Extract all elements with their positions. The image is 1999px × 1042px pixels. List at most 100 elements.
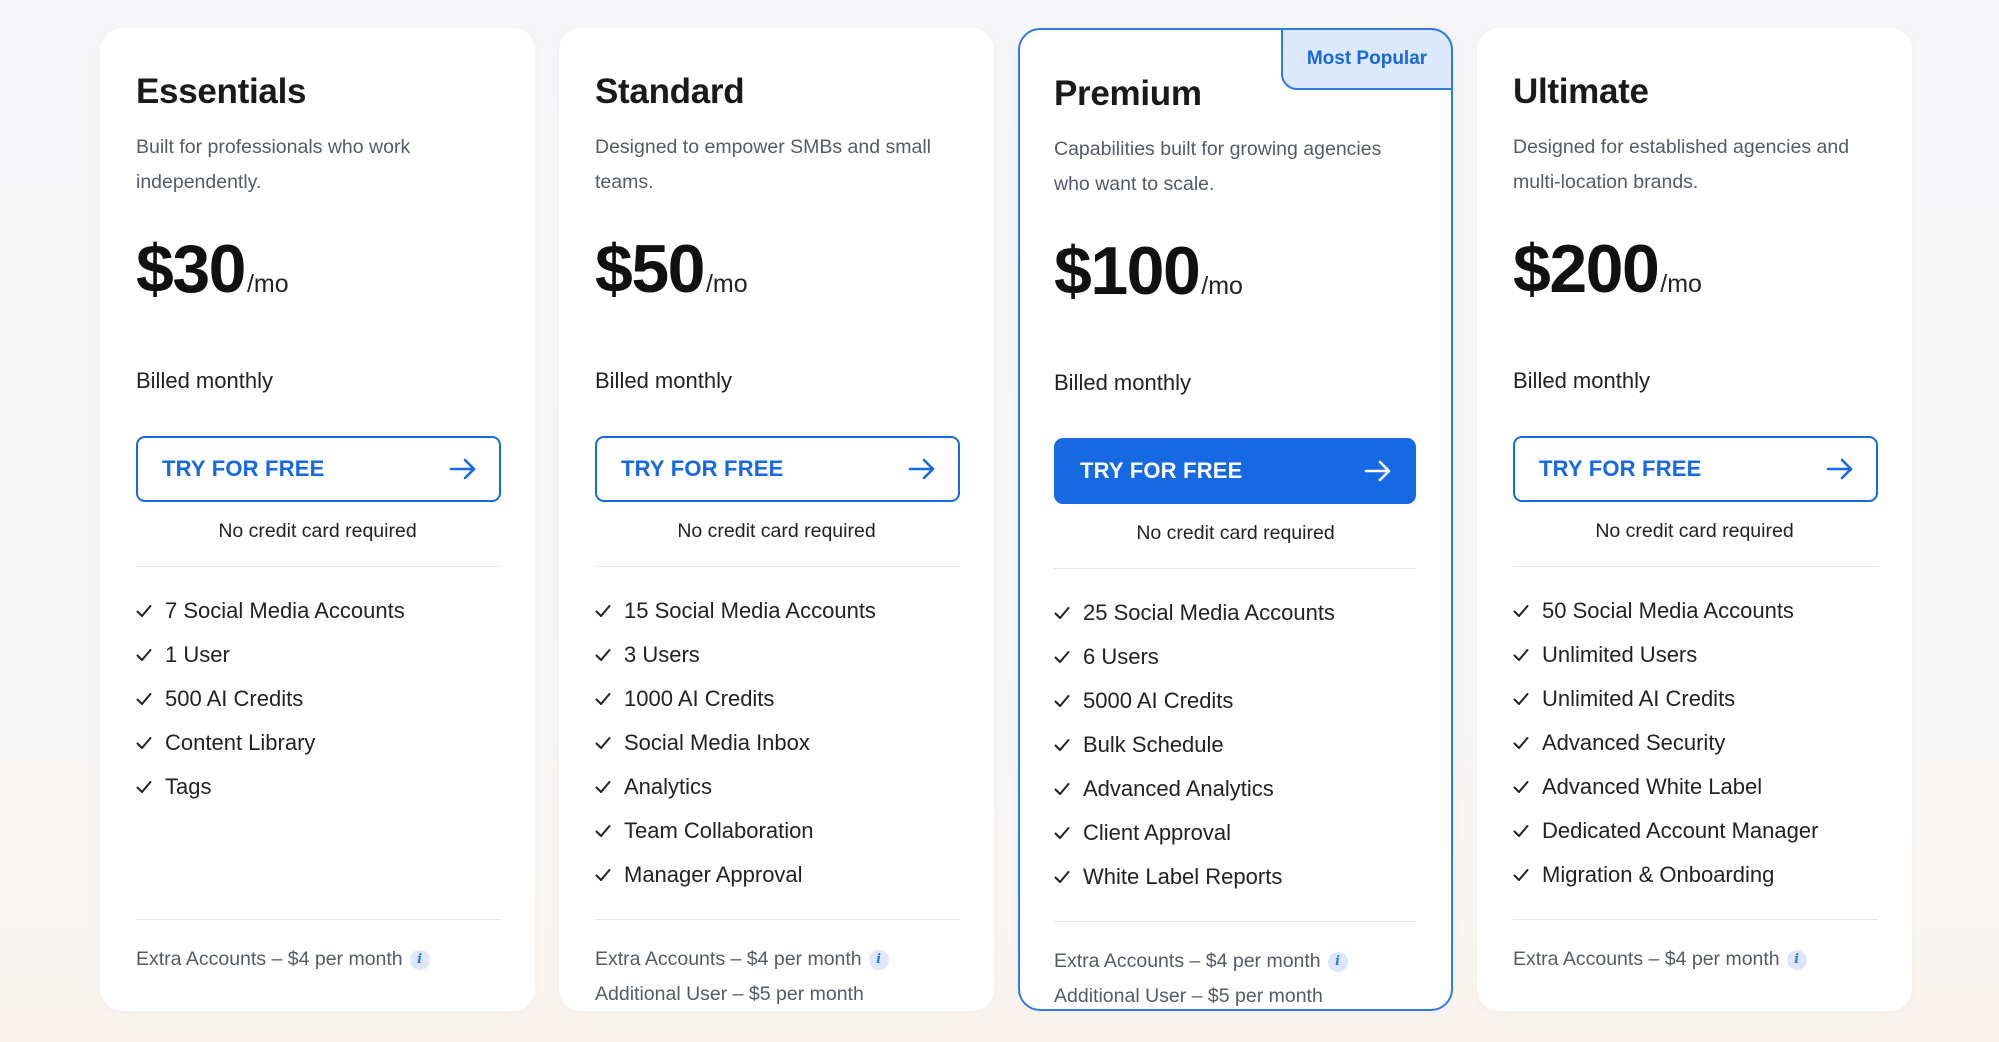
check-icon [1054,739,1070,751]
price-period: /mo [1201,272,1243,300]
feature-label: 500 AI Credits [165,686,304,711]
feature-label: 25 Social Media Accounts [1083,600,1335,625]
check-icon [1054,651,1070,663]
feature-list: 15 Social Media Accounts 3 Users 1000 AI… [595,589,958,899]
feature-item: 15 Social Media Accounts [595,589,958,633]
check-icon [595,825,611,837]
plan-card-standard: Standard Designed to empower SMBs and sm… [559,28,994,1011]
feature-label: Social Media Inbox [624,730,810,755]
feature-item: 1 User [136,633,499,677]
billing-cycle: Billed monthly [1513,368,1650,393]
info-icon[interactable]: i [409,949,430,970]
feature-label: 50 Social Media Accounts [1542,598,1794,623]
plan-name: Essentials [136,72,307,111]
feature-label: 15 Social Media Accounts [624,598,876,623]
check-icon [1054,871,1070,883]
plan-card-essentials: Essentials Built for professionals who w… [100,28,535,1011]
check-icon [1054,783,1070,795]
check-icon [1513,605,1529,617]
feature-item: 3 Users [595,633,958,677]
feature-item: Tags [136,765,499,809]
feature-item: Advanced Analytics [1054,767,1417,811]
feature-label: 7 Social Media Accounts [165,598,405,623]
divider [595,919,960,920]
feature-item: White Label Reports [1054,855,1417,899]
check-icon [1054,827,1070,839]
feature-item: Content Library [136,721,499,765]
feature-label: 3 Users [624,642,700,667]
extra-line: Extra Accounts – $4 per month i [1054,944,1417,979]
check-icon [136,693,152,705]
plan-description: Designed to empower SMBs and small teams… [595,136,931,193]
feature-item: Advanced Security [1513,721,1876,765]
check-icon [1054,695,1070,707]
extra-line: Extra Accounts – $4 per month i [136,942,499,977]
check-icon [1513,693,1529,705]
divider [136,566,501,567]
arrow-right-icon [908,458,935,480]
feature-item: Migration & Onboarding [1513,853,1876,897]
check-icon [595,649,611,661]
price-row: $200 /mo [1513,230,1876,307]
check-icon [595,693,611,705]
plan-name: Ultimate [1513,72,1649,111]
feature-item: Team Collaboration [595,809,958,853]
extra-label: Extra Accounts – $4 per month [595,948,862,970]
feature-item: Bulk Schedule [1054,723,1417,767]
feature-item: 500 AI Credits [136,677,499,721]
info-icon[interactable]: i [1786,949,1807,970]
cta-note: No credit card required [1136,522,1335,544]
check-icon [1513,649,1529,661]
feature-label: Unlimited Users [1542,642,1698,667]
feature-label: Analytics [624,774,713,799]
arrow-right-icon [1364,460,1391,482]
feature-label: Advanced Security [1542,730,1726,755]
price-row: $100 /mo [1054,232,1417,309]
most-popular-badge: Most Popular [1281,28,1453,90]
plan-card-ultimate: Ultimate Designed for established agenci… [1477,28,1912,1011]
feature-label: 6 Users [1083,644,1159,669]
button-label: TRY FOR FREE [1539,456,1702,481]
feature-item: Manager Approval [595,853,958,897]
extra-line: Extra Accounts – $4 per month i [1513,942,1876,977]
try-for-free-button[interactable]: TRY FOR FREE [595,436,960,502]
feature-item: 5000 AI Credits [1054,679,1417,723]
cta-note: No credit card required [677,520,876,542]
plan-description: Capabilities built for growing agencies … [1054,138,1382,195]
check-icon [136,649,152,661]
extra-label: Extra Accounts – $4 per month [1054,950,1321,972]
feature-label: 1 User [165,642,230,667]
feature-item: Dedicated Account Manager [1513,809,1876,853]
extra-line: Extra Accounts – $4 per month i [595,942,958,977]
check-icon [1513,869,1529,881]
feature-list: 50 Social Media Accounts Unlimited Users… [1513,589,1876,899]
try-for-free-button[interactable]: TRY FOR FREE [136,436,501,502]
billing-cycle: Billed monthly [595,368,732,393]
cta-note: No credit card required [1595,520,1794,542]
plan-card-premium: Most Popular Premium Capabilities built … [1018,28,1453,1011]
billing-cycle: Billed monthly [1054,370,1191,395]
info-icon[interactable]: i [1327,951,1348,972]
price: $50 [595,231,705,307]
feature-item: Social Media Inbox [595,721,958,765]
extras: Extra Accounts – $4 per month i Additiona… [595,942,958,1012]
feature-item: 50 Social Media Accounts [1513,589,1876,633]
price-row: $30 /mo [136,230,499,307]
feature-label: Bulk Schedule [1083,732,1224,757]
try-for-free-button[interactable]: TRY FOR FREE [1513,436,1878,502]
extra-label: Additional User – $5 per month [595,983,864,1005]
check-icon [595,605,611,617]
feature-item: Unlimited AI Credits [1513,677,1876,721]
button-label: TRY FOR FREE [162,456,325,481]
check-icon [1513,781,1529,793]
feature-label: White Label Reports [1083,864,1283,889]
check-icon [1513,825,1529,837]
divider [136,919,501,920]
feature-label: Manager Approval [624,862,803,887]
info-icon[interactable]: i [868,949,889,970]
try-for-free-button[interactable]: TRY FOR FREE [1054,438,1416,504]
check-icon [595,737,611,749]
feature-list: 25 Social Media Accounts 6 Users 5000 AI… [1054,591,1417,901]
divider [595,566,960,567]
feature-item: 1000 AI Credits [595,677,958,721]
